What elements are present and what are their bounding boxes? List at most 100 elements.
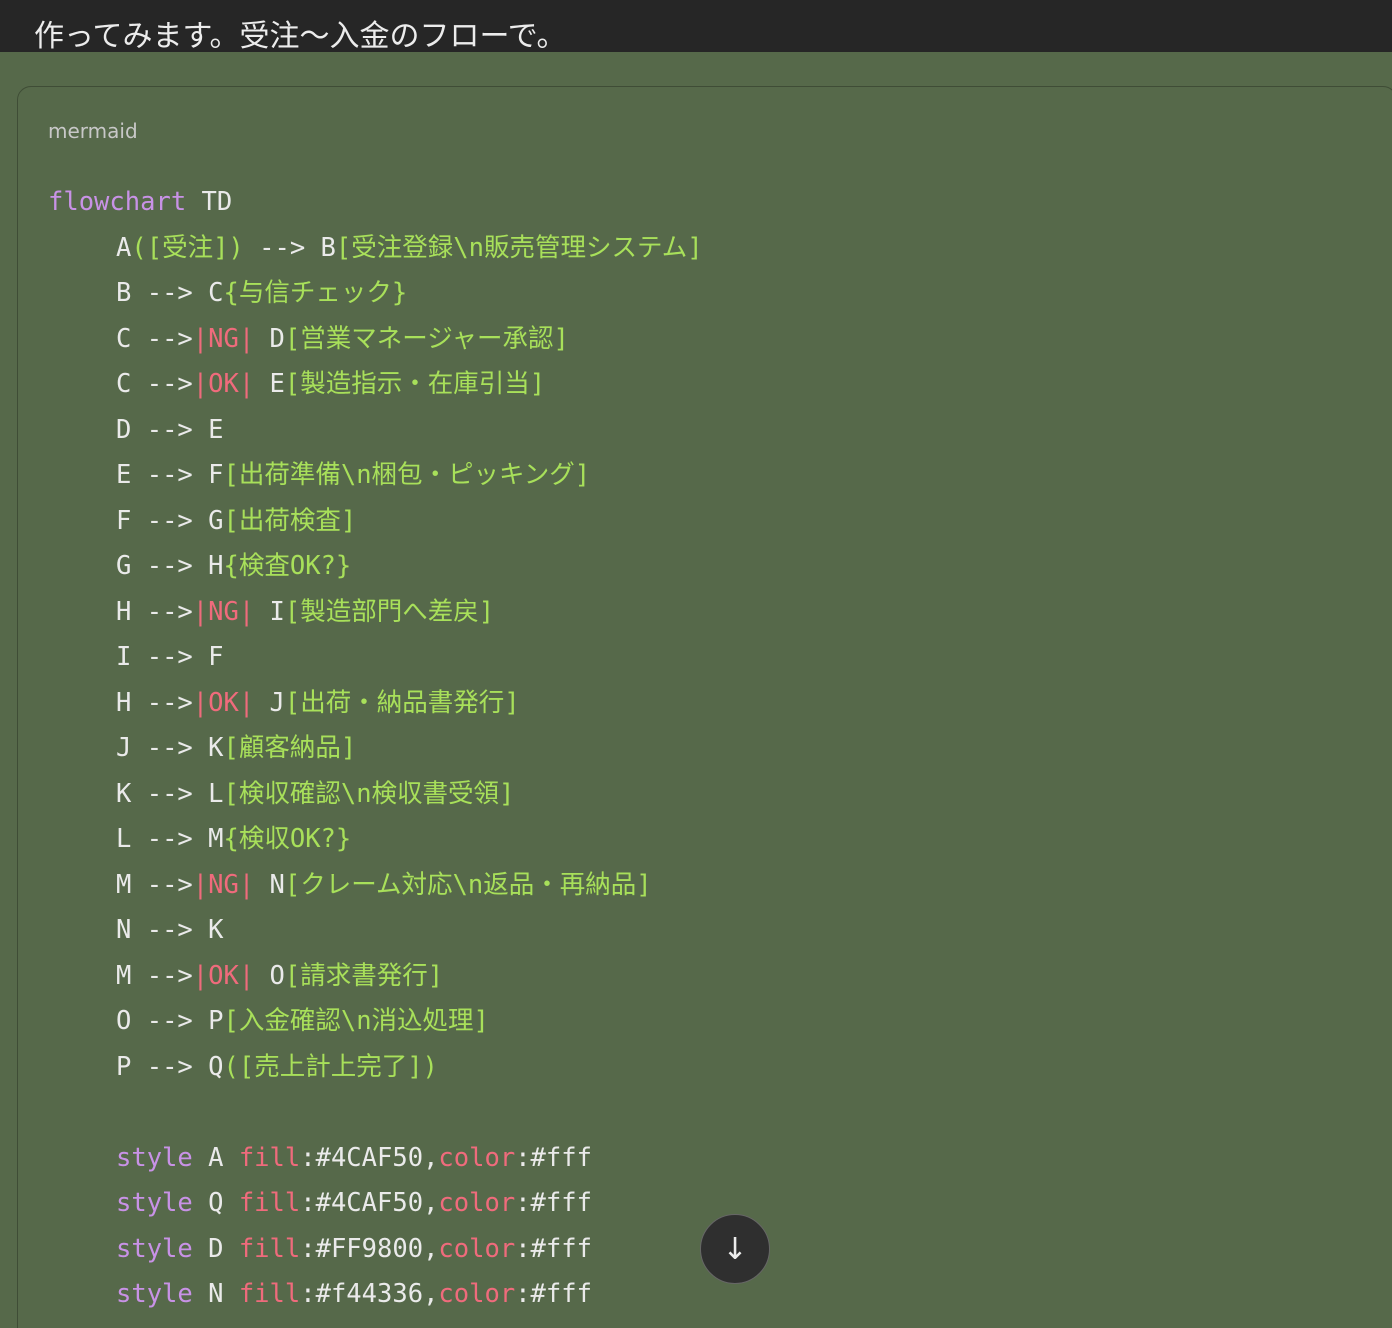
code-token-lbl: |NG| — [192, 869, 255, 900]
code-token-prop: color — [438, 1279, 516, 1309]
code-token-arrow: --> — [243, 232, 321, 263]
code-token-arrow: --> — [131, 460, 209, 490]
code-token-node: I — [116, 642, 132, 672]
code-token-kw: style — [116, 1233, 193, 1264]
code-token-str: {検収OK?} — [223, 824, 352, 854]
code-token-node: Q — [192, 1188, 239, 1218]
code-line: style D fill:#FF9800,color:#fff — [48, 1227, 703, 1273]
code-token-node: M — [116, 960, 132, 991]
code-token-node: B — [116, 278, 132, 308]
code-token-str: [製造部門へ差戻] — [284, 596, 495, 627]
code-token-node: C — [116, 369, 132, 399]
code-token-node: C — [208, 278, 224, 308]
code-token-arrow: --> — [131, 323, 193, 354]
code-token-node: D — [116, 414, 132, 445]
code-token-str: [製造指示・在庫引当] — [284, 369, 546, 399]
code-line: G --> H{検査OK?} — [48, 544, 703, 590]
code-token-node: H — [116, 596, 132, 627]
code-token-prop: fill — [238, 1279, 301, 1309]
code-token-node: E — [116, 460, 132, 490]
code-line: H -->|OK| J[出荷・納品書発行] — [48, 681, 703, 727]
code-token-node: A — [192, 1142, 239, 1173]
code-line: I --> F — [48, 635, 703, 681]
code-line: O --> P[入金確認\n消込処理] — [48, 999, 703, 1045]
code-token-kw: style — [116, 1142, 193, 1173]
code-token-str: {検査OK?} — [223, 551, 352, 581]
code-token-node: F — [208, 642, 224, 672]
code-token-arrow: --> — [131, 596, 193, 627]
code-token-node: K — [208, 733, 224, 763]
code-token-arrow: --> — [131, 1051, 209, 1082]
code-line: M -->|OK| O[請求書発行] — [48, 954, 703, 1000]
code-line: F --> G[出荷検査] — [48, 499, 703, 545]
code-line: P --> Q([売上計上完了]) — [48, 1045, 703, 1091]
code-token-prop: fill — [238, 1188, 301, 1218]
code-token-node: N — [254, 869, 285, 900]
code-token-node: G — [116, 551, 132, 581]
code-token-prop: fill — [238, 1233, 301, 1264]
code-token-str: [請求書発行] — [284, 960, 444, 991]
code-token-punct: :#f44336, — [300, 1279, 439, 1309]
code-token-lbl: |OK| — [192, 369, 255, 399]
code-token-arrow: --> — [131, 824, 209, 854]
code-token-str: [出荷準備\n梱包・ピッキング] — [223, 460, 591, 490]
code-token-node: I — [254, 596, 285, 627]
code-token-punct: :#fff — [515, 1279, 592, 1309]
code-line: flowchart TD — [48, 180, 703, 226]
code-token-node: B — [320, 232, 336, 263]
code-token-lbl: |NG| — [192, 596, 255, 627]
code-line: style N fill:#f44336,color:#fff — [48, 1272, 703, 1318]
code-token-kw: flowchart — [48, 187, 187, 217]
code-token-node: E — [208, 414, 224, 445]
code-token-arrow: --> — [131, 869, 193, 900]
code-token-node: J — [254, 687, 285, 718]
code-token-punct: :#fff — [515, 1188, 592, 1218]
code-token-str: [クレーム対応\n返品・再納品] — [284, 869, 652, 900]
code-token-lbl: |OK| — [192, 960, 255, 991]
code-token-arrow: --> — [131, 414, 209, 445]
code-token-str: [出荷検査] — [223, 505, 357, 536]
code-token-node: N — [192, 1279, 239, 1309]
code-token-str: [受注登録\n販売管理システム] — [335, 232, 703, 263]
code-token-node: L — [208, 778, 224, 809]
code-token-node: N — [116, 915, 132, 945]
code-token-node: J — [116, 733, 132, 763]
scroll-to-bottom-button[interactable]: ↓ — [700, 1214, 770, 1284]
code-line: K --> L[検収確認\n検収書受領] — [48, 772, 703, 818]
code-token-node: D — [254, 323, 285, 354]
code-line: N --> K — [48, 908, 703, 954]
code-line: J --> K[顧客納品] — [48, 726, 703, 772]
code-token-arrow: --> — [131, 505, 209, 536]
code-token-arrow: --> — [131, 778, 209, 809]
code-block: mermaid flowchart TD A([受注]) --> B[受注登録\n… — [17, 86, 1392, 1328]
code-token-node: H — [116, 687, 132, 718]
code-token-arrow: --> — [131, 960, 193, 991]
code-token-node: F — [116, 505, 132, 536]
code-token-node: K — [116, 778, 132, 809]
code-line: A([受注]) --> B[受注登録\n販売管理システム] — [48, 226, 703, 272]
code-token-node: F — [208, 460, 224, 490]
code-token-arrow: --> — [131, 915, 209, 945]
code-content[interactable]: flowchart TD A([受注]) --> B[受注登録\n販売管理システム… — [48, 180, 703, 1318]
code-token-node: G — [208, 505, 224, 536]
code-line: M -->|NG| N[クレーム対応\n返品・再納品] — [48, 863, 703, 909]
code-token-lbl: |OK| — [192, 687, 255, 718]
code-token-prop: color — [438, 1233, 516, 1264]
code-token-punct: :#FF9800, — [300, 1233, 439, 1264]
code-token-node: E — [254, 369, 285, 399]
code-language-label: mermaid — [48, 119, 138, 143]
code-token-lbl: |NG| — [192, 323, 255, 354]
code-line: H -->|NG| I[製造部門へ差戻] — [48, 590, 703, 636]
code-token-node: O — [254, 960, 285, 991]
code-token-arrow: --> — [131, 369, 193, 399]
code-line: L --> M{検収OK?} — [48, 817, 703, 863]
code-line: style Q fill:#4CAF50,color:#fff — [48, 1181, 703, 1227]
code-line: D --> E — [48, 408, 703, 454]
code-token-kw: style — [116, 1188, 193, 1218]
code-token-node: A — [116, 232, 132, 263]
code-token-node: K — [208, 915, 224, 945]
code-token-node: L — [116, 824, 132, 854]
code-token-arrow: --> — [131, 687, 193, 718]
code-token-arrow: --> — [131, 551, 209, 581]
